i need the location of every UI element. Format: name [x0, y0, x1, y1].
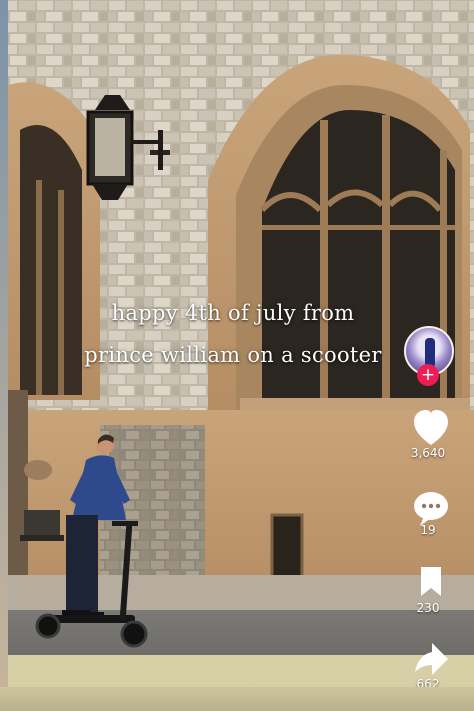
- left-pillar: [8, 390, 28, 600]
- bench: [20, 510, 64, 541]
- creator-avatar-group: +: [400, 326, 460, 388]
- avatar-figure: [425, 338, 435, 366]
- bookmark-count-wrap: 230: [396, 597, 460, 615]
- comment-count-wrap: 19: [396, 519, 460, 537]
- video-caption-line-1: happy 4th of july from: [111, 301, 355, 325]
- follow-button[interactable]: +: [417, 364, 439, 386]
- like-count-wrap: 3,640: [396, 442, 460, 460]
- like-count: 3,640: [410, 446, 446, 460]
- comment-count: 19: [420, 523, 436, 537]
- bookmark-count: 230: [416, 601, 440, 615]
- bottom-frame-edge: [0, 687, 474, 711]
